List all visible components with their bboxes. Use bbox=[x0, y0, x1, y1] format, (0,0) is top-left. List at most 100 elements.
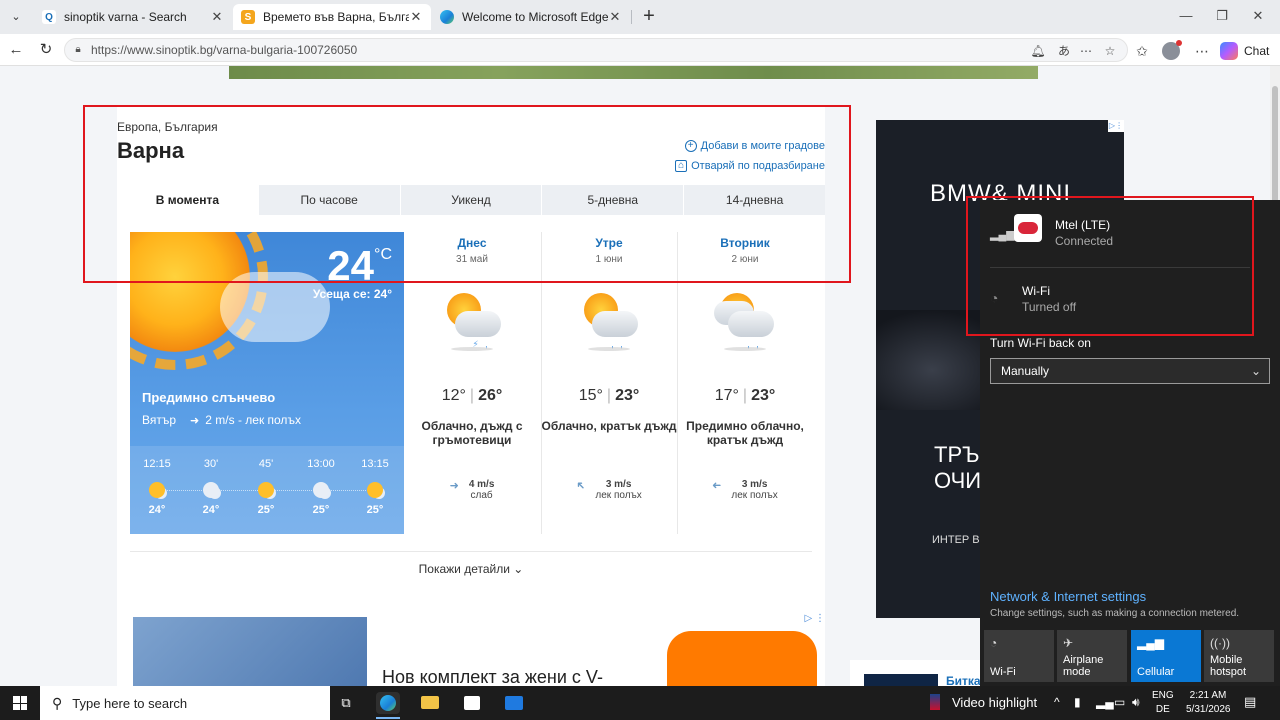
ad-product-image bbox=[133, 617, 367, 686]
maximize-icon[interactable]: ❐ bbox=[1210, 6, 1234, 26]
edge-favicon-icon bbox=[440, 10, 454, 24]
ad-logo-image bbox=[667, 631, 817, 686]
microsoft-store-icon[interactable] bbox=[460, 692, 484, 714]
ad-link-text[interactable]: Битка bbox=[946, 674, 981, 686]
quick-action-label: Cellular bbox=[1137, 666, 1175, 678]
close-tab-icon[interactable]: ✕ bbox=[409, 9, 423, 25]
input-language[interactable]: ENG DE bbox=[1152, 689, 1174, 717]
keyboard-layout: DE bbox=[1155, 704, 1170, 715]
refresh-icon[interactable]: ↻ bbox=[36, 40, 56, 60]
address-bar[interactable]: 🔒︎ https://www.sinoptik.bg/varna-bulgari… bbox=[64, 38, 1128, 62]
day-high: 23° bbox=[751, 387, 776, 404]
wind-arrow-icon: ➜ bbox=[190, 414, 200, 427]
tab-weekend[interactable]: Уикенд bbox=[400, 185, 542, 215]
settings-more-icon[interactable]: ⋯ bbox=[1192, 41, 1212, 61]
hourly-time: 12:15 bbox=[143, 458, 171, 470]
tab-search[interactable]: Q sinoptik varna - Search ✕ bbox=[34, 4, 232, 30]
ad-headline[interactable]: Нов комплект за жени с V- bbox=[382, 667, 603, 686]
task-view-icon[interactable]: ⧉ bbox=[334, 692, 358, 714]
tab-title: Времето във Варна, България - S bbox=[263, 10, 409, 24]
tab-edge-welcome[interactable]: Welcome to Microsoft Edge ✕ bbox=[432, 4, 630, 30]
battery-icon[interactable]: ▭ bbox=[1114, 695, 1125, 709]
day-wind-desc: лек полъх bbox=[595, 490, 642, 501]
day-forecast[interactable]: Днес 31 май ⚡ , 12° | 26° Облачно, дъжд с … bbox=[404, 232, 540, 534]
add-city-link[interactable]: + Добави в моите градове bbox=[684, 140, 825, 152]
network-cellular[interactable]: ▂▄▆ Mtel (LTE) Connected bbox=[990, 206, 1272, 262]
network-settings-link[interactable]: Network & Internet settings bbox=[990, 589, 1146, 604]
volume-icon[interactable]: 🔊︎ bbox=[1132, 695, 1140, 710]
day-low: 15° bbox=[578, 387, 603, 404]
tab-14-day[interactable]: 14-дневна bbox=[684, 185, 825, 215]
hourly-temp: 24° bbox=[202, 504, 220, 516]
forecast-tabs: В момента По часове Уикенд 5-дневна 14-д… bbox=[117, 185, 825, 215]
close-window-icon[interactable]: ✕ bbox=[1246, 6, 1270, 26]
browser-tab-bar: ⌄ Q sinoptik varna - Search ✕ S Времето … bbox=[0, 0, 1280, 34]
day-forecast[interactable]: Утре 1 юни , , 15° | 23° Облачно, кратък д… bbox=[541, 232, 677, 534]
new-tab-button[interactable]: + bbox=[638, 6, 660, 28]
favorite-star-icon[interactable]: ☆ bbox=[1101, 42, 1119, 60]
cloud-icon bbox=[313, 482, 329, 498]
url-text[interactable]: https://www.sinoptik.bg/varna-bulgaria-1… bbox=[91, 43, 357, 57]
network-tray-icon[interactable]: ▮ bbox=[1074, 695, 1081, 709]
tab-sinoptik[interactable]: S Времето във Варна, България - S ✕ bbox=[233, 4, 431, 30]
quick-action-hotspot[interactable]: ((·)) Mobile hotspot bbox=[1204, 630, 1274, 682]
ad-choices-icon[interactable]: ▷ ⋮ bbox=[805, 613, 825, 624]
cellular-tray-icon[interactable]: ▂▄ bbox=[1096, 695, 1114, 709]
quick-action-label: Mobile hotspot bbox=[1210, 654, 1247, 678]
quick-action-cellular[interactable]: ▂▄▆ Cellular bbox=[1131, 630, 1201, 682]
file-explorer-icon[interactable] bbox=[418, 692, 442, 714]
back-arrow-icon[interactable]: ← bbox=[6, 40, 26, 60]
turn-wifi-on-select[interactable]: Manually ⌄ bbox=[990, 358, 1270, 384]
wind-value: 2 m/s - лек полъх bbox=[205, 413, 301, 427]
taskbar-search-box[interactable]: ⚲ Type here to search bbox=[40, 686, 330, 720]
day-high: 23° bbox=[615, 387, 640, 404]
quick-action-airplane[interactable]: ✈ Airplane mode bbox=[1057, 630, 1127, 682]
nba-logo-icon bbox=[930, 694, 940, 710]
video-highlight-label: Video highlight bbox=[952, 694, 1038, 710]
ad-choices-icon[interactable]: ▷⋮ bbox=[1108, 120, 1124, 132]
show-hidden-icons-icon[interactable]: ^ bbox=[1054, 695, 1060, 709]
hourly-time: 13:00 bbox=[307, 458, 335, 470]
start-button[interactable] bbox=[0, 686, 40, 720]
tab-now[interactable]: В момента bbox=[117, 185, 258, 215]
wifi-icon: ◔ bbox=[990, 290, 999, 306]
tab-separator bbox=[631, 10, 632, 24]
tab-5-day[interactable]: 5-дневна bbox=[542, 185, 684, 215]
show-details-label: Покажи детайли bbox=[418, 562, 510, 576]
tab-hourly[interactable]: По часове bbox=[258, 185, 400, 215]
taskbar-clock[interactable]: 2:21 AM 5/31/2026 bbox=[1186, 689, 1231, 717]
current-weather-panel: 24 °C Усеща се: 24° Предимно слънчево Вя… bbox=[130, 232, 404, 534]
hourly-time: 30' bbox=[203, 458, 219, 470]
day-forecast[interactable]: Вторник 2 юни , , 17° | 23° Предимно облач… bbox=[677, 232, 813, 534]
favorites-icon[interactable]: ✩ bbox=[1132, 41, 1152, 61]
outlook-icon[interactable] bbox=[502, 692, 526, 714]
ad-text: ТРЪ bbox=[934, 442, 980, 467]
day-name[interactable]: Днес bbox=[404, 236, 540, 250]
advertisement-bottom[interactable]: Нов комплект за жени с V- ▷ ⋮ bbox=[117, 611, 825, 686]
show-details-button[interactable]: Покажи детайли ⌄ bbox=[117, 562, 825, 576]
banner-image bbox=[229, 66, 1038, 79]
translate-icon[interactable]: あ bbox=[1055, 42, 1073, 60]
close-tab-icon[interactable]: ✕ bbox=[608, 9, 622, 25]
quick-action-wifi[interactable]: ◔ Wi-Fi bbox=[984, 630, 1054, 682]
set-default-link[interactable]: ⌂ Отваряй по подразбиране bbox=[675, 160, 825, 172]
notification-bell-icon[interactable]: 🔔︎ bbox=[1029, 42, 1047, 60]
close-tab-icon[interactable]: ✕ bbox=[210, 9, 224, 25]
plus-circle-icon: + bbox=[684, 140, 697, 152]
day-name[interactable]: Вторник bbox=[677, 236, 813, 250]
lock-icon[interactable]: 🔒︎ bbox=[71, 43, 85, 57]
minimize-icon[interactable]: — bbox=[1174, 6, 1198, 26]
video-highlight-widget[interactable]: Video highlight bbox=[930, 694, 1037, 710]
sun-icon bbox=[367, 482, 383, 498]
airplane-icon: ✈ bbox=[1063, 636, 1074, 650]
tab-actions-menu-icon[interactable]: ⌄ bbox=[6, 8, 26, 26]
region-breadcrumb[interactable]: Европа, България bbox=[117, 120, 218, 134]
sun-rain-icon: , , bbox=[574, 291, 644, 351]
more-tools-icon[interactable]: ⋯ bbox=[1077, 42, 1095, 60]
copilot-chat-button[interactable]: Chat bbox=[1220, 41, 1269, 61]
day-name[interactable]: Утре bbox=[541, 236, 677, 250]
edge-taskbar-icon[interactable] bbox=[376, 692, 400, 714]
page-title: Варна bbox=[117, 138, 185, 163]
network-wifi[interactable]: ◔ Wi-Fi Turned off bbox=[990, 264, 1272, 320]
notification-center-icon[interactable]: ▤ bbox=[1244, 694, 1256, 710]
